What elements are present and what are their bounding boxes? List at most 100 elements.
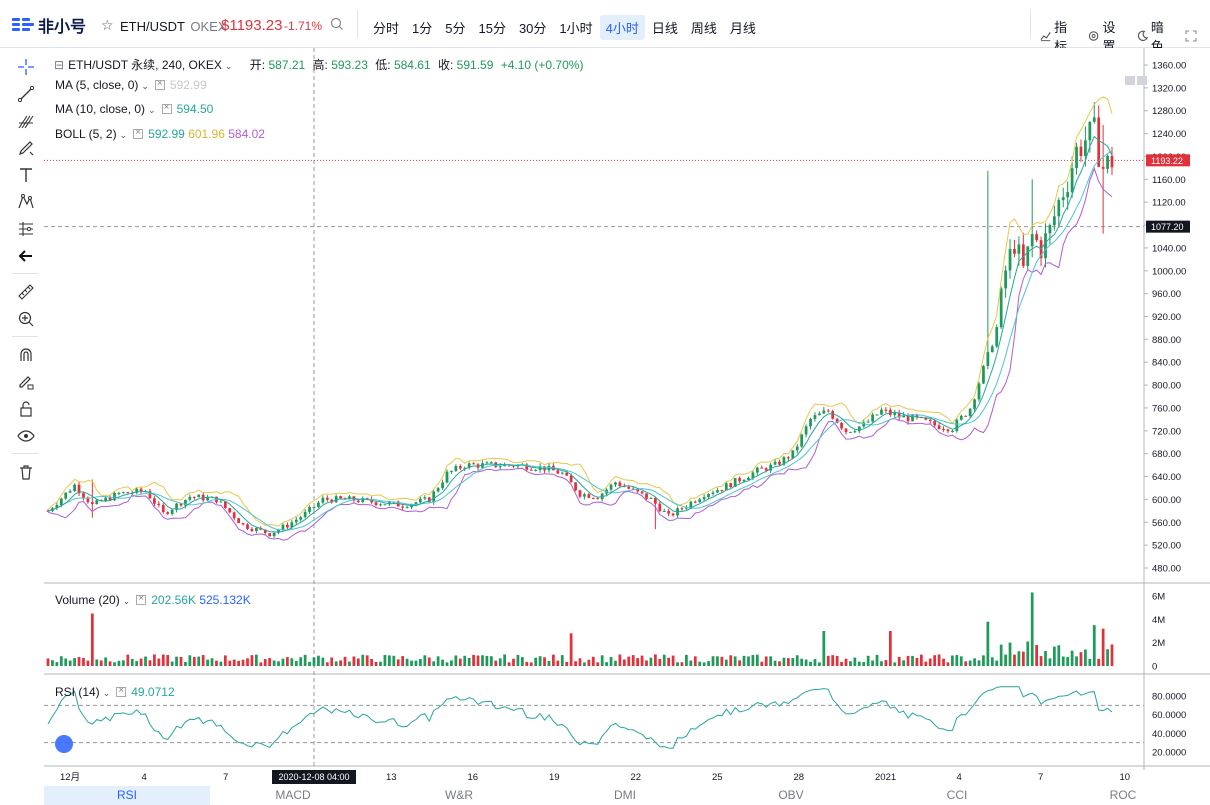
- indicator-tab[interactable]: MACD: [210, 786, 376, 805]
- volume-bar: [751, 654, 755, 666]
- volume-bar: [618, 654, 622, 666]
- candle-body: [747, 477, 750, 480]
- volume-bar: [569, 633, 573, 666]
- symbol-name[interactable]: ETH/USDT OKEX: [120, 19, 227, 34]
- collapse-toolbar-button[interactable]: [15, 245, 37, 267]
- interval-button[interactable]: 5分: [439, 15, 471, 40]
- volume-bar: [139, 658, 143, 666]
- indicator-tab[interactable]: CCI: [874, 786, 1040, 805]
- volume-bar: [906, 655, 910, 666]
- hide-indicator-icon[interactable]: [154, 78, 165, 90]
- collapse-icon[interactable]: ⊟: [54, 58, 64, 72]
- visibility-tool[interactable]: [15, 425, 37, 447]
- fib-tool[interactable]: [15, 110, 37, 132]
- volume-bar: [445, 662, 449, 666]
- text-tool[interactable]: [15, 164, 37, 186]
- candle-body: [219, 501, 223, 503]
- candle-body: [556, 470, 560, 474]
- rsi-axis-label: 80.0000: [1152, 692, 1186, 703]
- search-icon[interactable]: [330, 17, 344, 34]
- pane-maximize-button[interactable]: [1137, 76, 1147, 85]
- trash-icon: [20, 465, 32, 480]
- interval-button[interactable]: 日线: [646, 15, 684, 40]
- volume-bar: [689, 660, 693, 666]
- volume-bar: [454, 655, 458, 666]
- time-axis-label: 10: [1120, 772, 1131, 783]
- volume-bar: [405, 658, 409, 666]
- candle-body: [658, 503, 662, 512]
- lock-tool[interactable]: [15, 398, 37, 420]
- trendline-tool[interactable]: [15, 83, 37, 105]
- pattern-icon: [18, 194, 34, 209]
- price-chart[interactable]: 1360.001320.001280.001240.001200.001160.…: [44, 48, 1210, 786]
- chart-area[interactable]: 1360.001320.001280.001240.001200.001160.…: [44, 48, 1210, 784]
- interval-button[interactable]: 1小时: [553, 15, 598, 40]
- volume-bar: [778, 661, 781, 666]
- prediction-tool[interactable]: [15, 218, 37, 240]
- volume-bar: [458, 658, 462, 666]
- candle-body: [871, 414, 874, 422]
- interval-button[interactable]: 30分: [513, 15, 552, 40]
- chevron-down-icon[interactable]: ⌄: [120, 130, 128, 140]
- indicator-tab[interactable]: ROC: [1040, 786, 1206, 805]
- hide-indicator-icon[interactable]: [161, 102, 172, 114]
- candle-body: [321, 497, 325, 503]
- candle-body: [374, 502, 378, 505]
- candle-body: [609, 484, 613, 490]
- indicator-tab[interactable]: DMI: [542, 786, 708, 805]
- chevron-down-icon[interactable]: ⌄: [103, 688, 111, 698]
- chevron-down-icon[interactable]: ⌄: [148, 105, 156, 115]
- main-series-title: ETH/USDT 永续, 240, OKEX: [68, 58, 222, 72]
- lock-drawing-tool[interactable]: [15, 371, 37, 393]
- volume-bar: [946, 662, 950, 666]
- fib-icon: [18, 115, 34, 129]
- price-axis-label: 720.00: [1152, 426, 1181, 437]
- chevron-down-icon[interactable]: ⌄: [141, 81, 149, 91]
- chevron-down-icon[interactable]: ⌄: [225, 61, 233, 71]
- interval-button[interactable]: 月线: [724, 15, 762, 40]
- candle-body: [64, 492, 68, 499]
- time-axis-label: 4: [142, 772, 147, 783]
- interval-button[interactable]: 1分: [406, 15, 438, 40]
- interval-button[interactable]: 4小时: [599, 15, 645, 40]
- text-icon: [20, 168, 32, 182]
- volume-bar: [897, 656, 901, 666]
- candle-body: [405, 507, 409, 509]
- open-value: 587.21: [268, 58, 306, 72]
- volume-bar: [627, 656, 631, 666]
- indicator-tab[interactable]: W&R: [376, 786, 542, 805]
- indicator-tabs: RSI MACD W&R DMI OBV CCI ROC: [44, 786, 1210, 805]
- cloud-icon[interactable]: [55, 735, 73, 753]
- interval-button[interactable]: 分时: [367, 15, 405, 40]
- hide-indicator-icon[interactable]: [133, 127, 144, 139]
- measure-tool[interactable]: [15, 281, 37, 303]
- brand-logo[interactable]: 非小号: [12, 15, 86, 36]
- hide-indicator-icon[interactable]: [136, 593, 147, 605]
- candle-body: [1110, 155, 1114, 168]
- candle-body: [982, 365, 985, 384]
- crosshair-tool[interactable]: [15, 56, 37, 78]
- magnet-tool[interactable]: [15, 344, 37, 366]
- pane-collapse-button[interactable]: [1125, 76, 1135, 85]
- interval-button[interactable]: 15分: [472, 15, 511, 40]
- interval-button[interactable]: 周线: [685, 15, 723, 40]
- volume-bar: [489, 656, 493, 666]
- volume-bar: [419, 659, 422, 666]
- hide-indicator-icon[interactable]: [116, 685, 127, 697]
- delete-tool[interactable]: [15, 461, 37, 483]
- brush-tool[interactable]: [15, 137, 37, 159]
- candle-body: [90, 502, 94, 505]
- favorite-star-icon[interactable]: ☆: [101, 17, 114, 34]
- candle-body: [1084, 140, 1087, 156]
- candle-body: [317, 502, 320, 507]
- fullscreen-button[interactable]: [1185, 30, 1200, 42]
- candle-body: [951, 430, 954, 432]
- volume-bar: [1035, 644, 1039, 666]
- indicator-tab[interactable]: RSI: [44, 786, 210, 805]
- indicator-tab[interactable]: OBV: [708, 786, 874, 805]
- chevron-down-icon[interactable]: ⌄: [123, 596, 131, 606]
- trendline-icon: [17, 85, 35, 103]
- pattern-tool[interactable]: [15, 191, 37, 213]
- zoom-tool[interactable]: [15, 308, 37, 330]
- crosshair-time-tag-text: 2020-12-08 04:00: [278, 772, 349, 782]
